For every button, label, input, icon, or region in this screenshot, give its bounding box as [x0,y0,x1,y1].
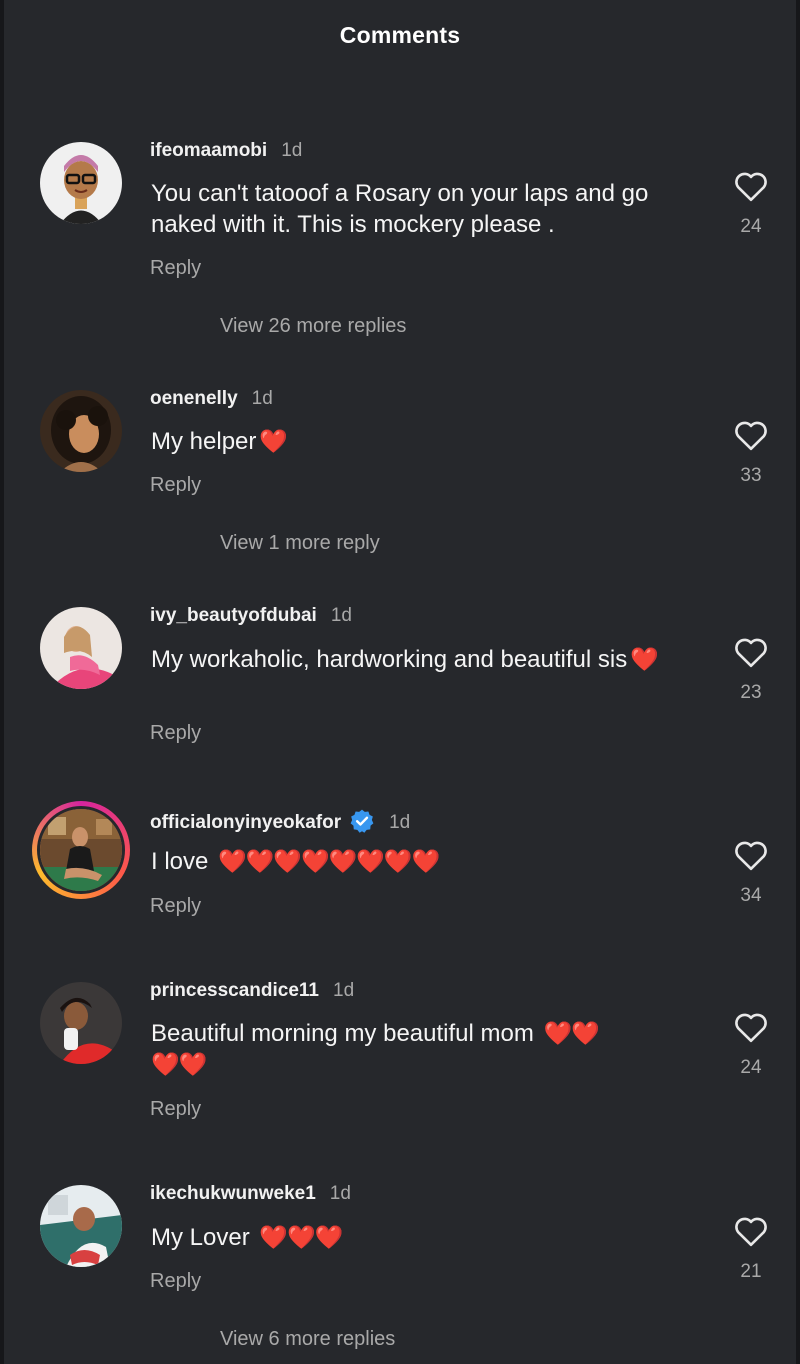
timestamp: 1d [329,1183,351,1204]
comment-meta: ifeomaamobi 1d [150,140,302,162]
avatar-photo-icon [40,607,122,689]
reply-button[interactable]: Reply [150,1270,201,1293]
right-edge [796,0,800,1364]
comment-text: Beautiful morning my beautiful mom ❤️❤️ ❤… [151,1018,691,1080]
heart-outline-icon[interactable] [733,1215,769,1247]
username[interactable]: ifeomaamobi [150,140,267,161]
heart-outline-icon[interactable] [733,419,769,451]
like-control[interactable]: 34 [731,839,771,907]
avatar[interactable] [40,607,122,689]
avatar[interactable] [40,982,122,1064]
avatar-photo-icon [40,1185,122,1267]
like-count: 23 [740,682,762,703]
avatar[interactable] [32,801,130,899]
avatar-photo-icon [40,982,122,1064]
like-count: 24 [740,1057,762,1078]
comment-body: My helper [151,428,257,455]
heart-outline-icon[interactable] [733,1011,769,1043]
timestamp: 1d [330,605,352,626]
comment-meta: ikechukwunweke1 1d [150,1183,351,1205]
like-control[interactable]: 24 [731,1011,771,1079]
avatar-photo-icon [40,390,122,472]
like-control[interactable]: 24 [731,170,771,238]
left-edge [0,0,4,1364]
heart-emoji: ❤️ [630,646,659,672]
avatar[interactable] [40,1185,122,1267]
comment-body: You can't tatooof a Rosary on your laps … [151,180,649,238]
view-more-replies[interactable]: View 26 more replies [220,315,406,338]
like-control[interactable]: 21 [731,1215,771,1283]
heart-emoji: ❤️❤️❤️❤️❤️❤️❤️❤️ [218,848,440,874]
comment-body: Beautiful morning my beautiful mom [151,1020,534,1047]
comment-text: My helper ❤️ [151,426,711,457]
like-count: 24 [740,216,762,237]
view-more-replies[interactable]: View 1 more reply [220,532,380,555]
like-control[interactable]: 33 [731,419,771,487]
avatar-bitmoji-icon [40,142,122,224]
comment-text: My Lover ❤️❤️❤️ [151,1222,711,1253]
username[interactable]: ikechukwunweke1 [150,1183,316,1204]
timestamp: 1d [333,980,355,1001]
comment-meta: ivy_beautyofdubai 1d [150,605,352,627]
verified-badge-icon [350,809,374,833]
heart-outline-icon[interactable] [733,839,769,871]
avatar-story-ring-icon [40,809,122,891]
comment-body: I love [151,848,209,875]
timestamp: 1d [281,140,303,161]
heart-emoji: ❤️❤️❤️ [259,1224,343,1250]
username[interactable]: princesscandice11 [150,980,319,1001]
comment-body: My workaholic, hardworking and beautiful… [151,646,628,673]
comment-text: My workaholic, hardworking and beautiful… [151,644,671,675]
story-ring [37,806,125,894]
avatar[interactable] [40,390,122,472]
heart-outline-icon[interactable] [733,170,769,202]
username[interactable]: officialonyinyeokafor [150,812,341,833]
heart-emoji: ❤️❤️ [151,1051,207,1077]
like-count: 34 [740,885,762,906]
comment-text: I love ❤️❤️❤️❤️❤️❤️❤️❤️ [151,846,711,877]
username[interactable]: oenenelly [150,388,238,409]
username[interactable]: ivy_beautyofdubai [150,605,317,626]
timestamp: 1d [389,812,411,833]
comment-meta: officialonyinyeokafor 1d [150,808,410,834]
reply-button[interactable]: Reply [150,257,201,280]
like-count: 21 [740,1261,762,1282]
heart-emoji: ❤️ [259,428,288,454]
comment-text: You can't tatooof a Rosary on your laps … [151,178,711,240]
reply-button[interactable]: Reply [150,474,201,497]
timestamp: 1d [251,388,273,409]
comment-meta: princesscandice11 1d [150,980,354,1002]
reply-button[interactable]: Reply [150,895,201,918]
comment-body: My Lover [151,1224,250,1251]
reply-button[interactable]: Reply [150,722,201,745]
comment-meta: oenenelly 1d [150,388,273,410]
avatar[interactable] [40,142,122,224]
page-title: Comments [339,22,461,48]
reply-button[interactable]: Reply [150,1098,201,1121]
heart-emoji: ❤️❤️ [543,1020,600,1046]
like-control[interactable]: 23 [731,636,771,704]
like-count: 33 [740,465,762,486]
view-more-replies[interactable]: View 6 more replies [220,1328,395,1351]
heart-outline-icon[interactable] [733,636,769,668]
